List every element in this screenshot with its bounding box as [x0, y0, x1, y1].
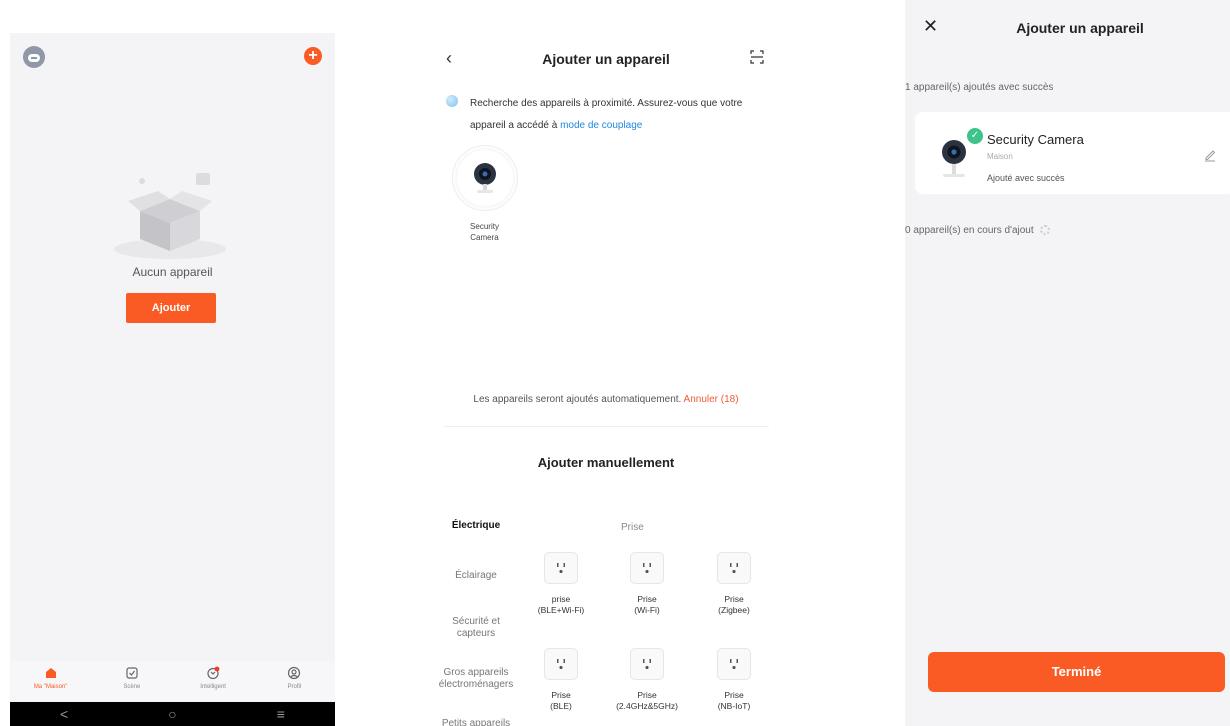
system-nav-bar: < ○ ≡	[10, 702, 335, 726]
pending-section: 0 appareil(s) en cours d'ajout	[905, 225, 1050, 236]
tab-smart[interactable]: Intelligent	[173, 661, 254, 701]
device-label: Prise (Wi-Fi)	[611, 594, 683, 616]
category-lighting[interactable]: Éclairage	[436, 570, 516, 582]
pending-section-title: 0 appareil(s) en cours d'ajout	[905, 225, 1034, 236]
added-device-card[interactable]: ✓ Security Camera Maison Ajouté avec suc…	[915, 112, 1230, 194]
device-label: prise (BLE+Wi-Fi)	[525, 594, 597, 616]
tab-smart-label: Intelligent	[200, 684, 226, 690]
category-label: Électrique	[451, 520, 501, 531]
device-label-line2: (Zigbee)	[718, 605, 750, 615]
tab-scene[interactable]: Scène	[91, 661, 172, 701]
found-device-label-line2: Camera	[470, 233, 499, 242]
empty-state-text: Aucun appareil	[132, 265, 213, 279]
cancel-link[interactable]: Annuler (18)	[684, 394, 739, 405]
device-room: Maison	[987, 152, 1013, 161]
device-label-line2: (BLE+Wi-Fi)	[537, 605, 585, 615]
device-label-line1: Prise	[724, 690, 744, 700]
manual-add-title: Ajouter manuellement	[537, 455, 675, 470]
device-label-line1: prise	[551, 594, 571, 604]
category-large-appliances[interactable]: Gros appareils électroménagers	[436, 667, 516, 691]
nav-menu-icon[interactable]: ≡	[277, 706, 285, 722]
device-label-line2: (Wi-Fi)	[634, 605, 660, 615]
smart-icon	[207, 666, 220, 680]
socket-icon	[544, 648, 578, 680]
category-label-line2: capteurs	[456, 628, 496, 639]
empty-box-illustration	[114, 173, 226, 259]
nav-back-icon[interactable]: <	[60, 706, 68, 722]
divider	[444, 426, 769, 427]
device-label-line1: Prise	[637, 690, 657, 700]
tab-home-label: Ma "Maison"	[33, 684, 68, 690]
found-device[interactable]: Security Camera	[452, 145, 518, 243]
add-device-search-screen: ‹ Ajouter un appareil Recherche des appa…	[430, 0, 782, 726]
tab-profile-label: Profil	[287, 684, 302, 690]
device-name: Security Camera	[987, 132, 1084, 147]
page-title: Ajouter un appareil	[542, 51, 670, 67]
device-label-line2: (2.4GHz&5GHz)	[616, 701, 678, 711]
device-label: Prise (NB-IoT)	[698, 690, 770, 712]
device-label: Prise (Zigbee)	[698, 594, 770, 616]
category-label: Gros appareils	[443, 667, 509, 678]
found-device-label-line1: Security	[470, 222, 499, 231]
category-security[interactable]: Sécurité et capteurs	[436, 616, 516, 640]
device-socket[interactable]: Prise (BLE)	[525, 648, 597, 712]
socket-icon	[630, 648, 664, 680]
bottom-tab-bar: Ma "Maison" Scène Intelligent Profil	[10, 661, 335, 701]
category-label: Éclairage	[455, 570, 497, 581]
tab-home[interactable]: Ma "Maison"	[10, 661, 91, 701]
device-socket[interactable]: Prise (2.4GHz&5GHz)	[611, 648, 683, 712]
device-socket[interactable]: prise (BLE+Wi-Fi)	[525, 552, 597, 616]
device-added-screen: ✕ Ajouter un appareil 1 appareil(s) ajou…	[905, 0, 1230, 726]
camera-icon	[942, 140, 966, 177]
page-title: Ajouter un appareil	[1016, 20, 1144, 36]
profile-icon	[288, 666, 301, 680]
avatar-icon[interactable]	[23, 46, 45, 68]
loading-spinner-icon	[1039, 225, 1050, 236]
add-device-button[interactable]: Ajouter	[126, 293, 216, 323]
search-instructions: Recherche des appareils à proximité. Ass…	[470, 93, 770, 137]
device-status: Ajouté avec succès	[987, 173, 1065, 183]
tab-scene-label: Scène	[123, 684, 141, 690]
check-icon: ✓	[967, 128, 983, 144]
nav-home-icon[interactable]: ○	[168, 706, 176, 722]
found-device-label: Security Camera	[452, 221, 517, 243]
socket-icon	[717, 648, 751, 680]
found-device-ring	[452, 145, 518, 211]
subcategory-title: Prise	[621, 522, 644, 533]
searching-indicator-icon	[446, 95, 458, 107]
auto-add-notice: Les appareils seront ajoutés automatique…	[430, 394, 782, 405]
category-label-line2: électroménagers	[438, 679, 514, 690]
device-label-line1: Prise	[724, 594, 744, 604]
category-small-appliances[interactable]: Petits appareils	[436, 718, 516, 726]
category-electrical[interactable]: Électrique	[436, 520, 516, 532]
camera-icon	[474, 163, 496, 193]
socket-icon	[717, 552, 751, 584]
device-label-line2: (NB-IoT)	[717, 701, 751, 711]
auto-add-text: Les appareils seront ajoutés automatique…	[473, 394, 684, 405]
home-icon	[45, 668, 56, 678]
pairing-mode-link[interactable]: mode de couplage	[560, 120, 642, 131]
edit-icon[interactable]	[1203, 148, 1217, 162]
plus-icon[interactable]: +	[304, 47, 322, 65]
device-label-line2: (BLE)	[550, 701, 572, 711]
socket-icon	[630, 552, 664, 584]
device-socket[interactable]: Prise (Wi-Fi)	[611, 552, 683, 616]
device-label: Prise (2.4GHz&5GHz)	[611, 690, 683, 712]
device-label-line1: Prise	[637, 594, 657, 604]
category-label: Sécurité et	[452, 616, 500, 627]
socket-icon	[544, 552, 578, 584]
tab-profile[interactable]: Profil	[254, 661, 335, 701]
scan-icon[interactable]	[750, 50, 764, 64]
added-section-title: 1 appareil(s) ajoutés avec succès	[905, 82, 1054, 93]
done-button[interactable]: Terminé	[928, 652, 1225, 692]
device-socket[interactable]: Prise (NB-IoT)	[698, 648, 770, 712]
device-label: Prise (BLE)	[525, 690, 597, 712]
category-label: Petits appareils	[441, 718, 511, 726]
scene-icon	[126, 667, 138, 679]
device-socket[interactable]: Prise (Zigbee)	[698, 552, 770, 616]
home-screen: + Aucun appareil Ajouter Ma "Maison" Scè…	[10, 33, 335, 726]
found-device-inner	[457, 150, 513, 206]
device-label-line1: Prise	[551, 690, 571, 700]
